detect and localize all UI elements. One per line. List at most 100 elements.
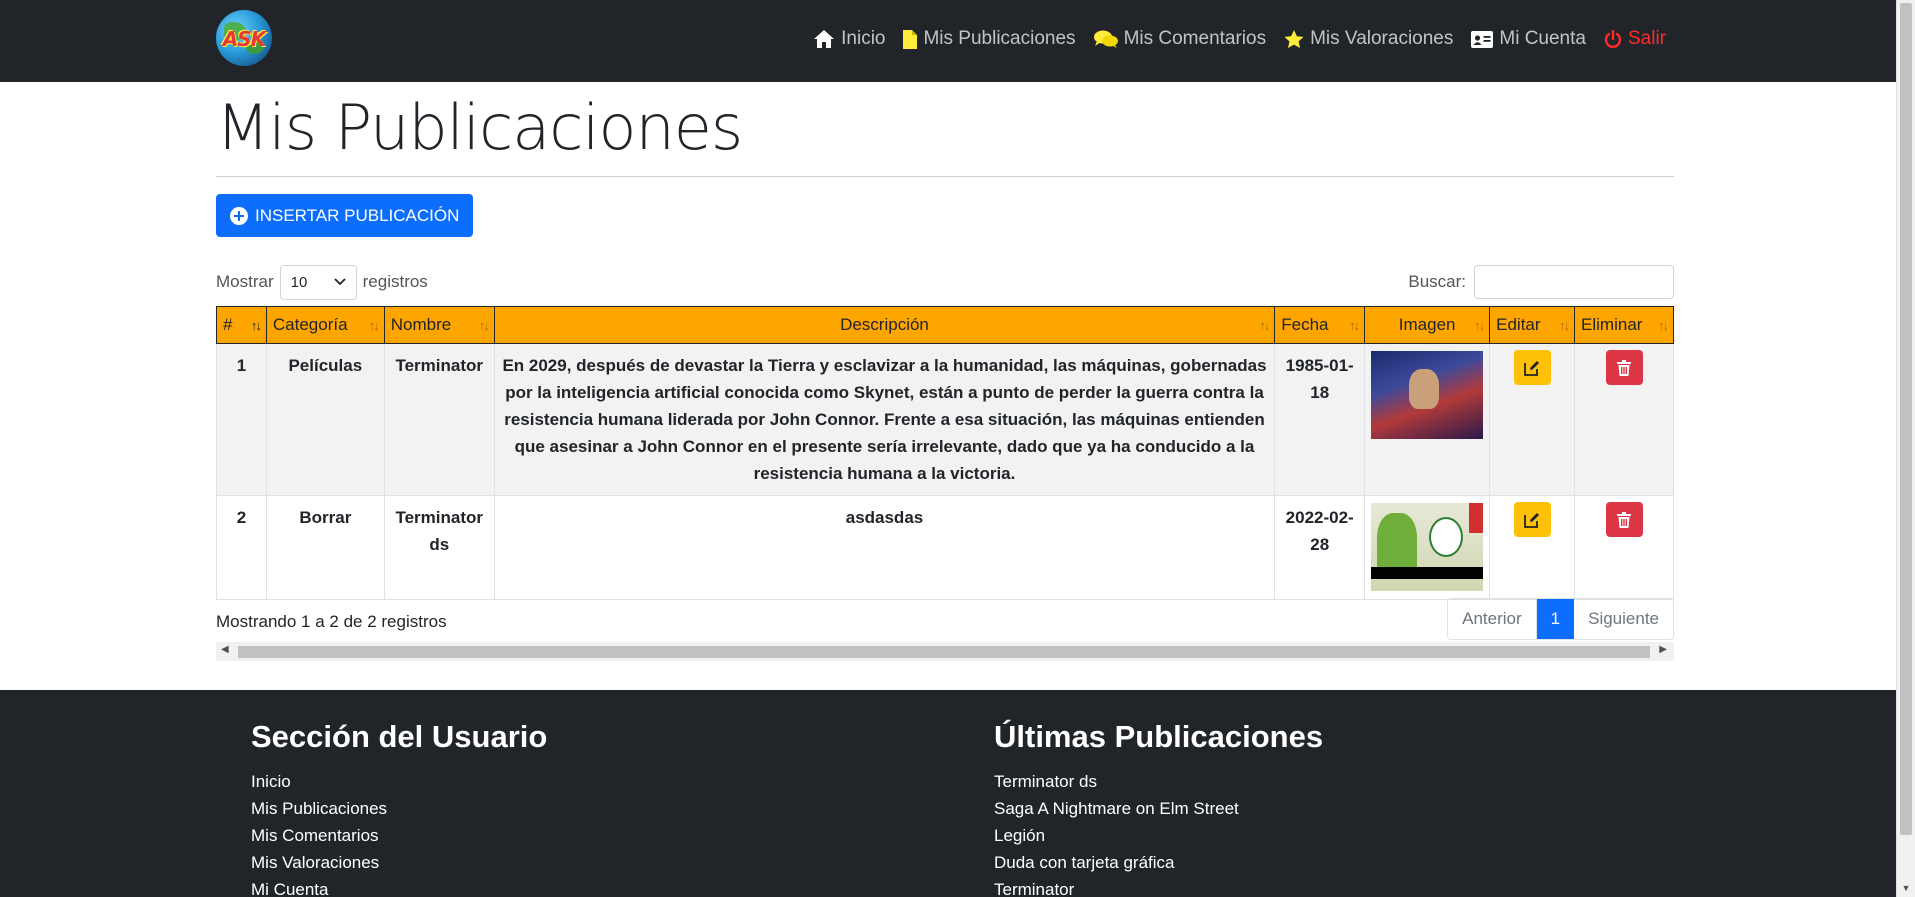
sort-asc-icon: ↑↓ [250, 318, 262, 333]
footer-link-mis-valoraciones[interactable]: Mis Valoraciones [251, 849, 547, 876]
column-header-category[interactable]: Categoría ↑↓ [265, 306, 385, 344]
edit-icon [1524, 360, 1540, 376]
cell-edit [1489, 495, 1576, 600]
search-label: Buscar: [1408, 272, 1466, 291]
cell-date: 1985-01-18 [1274, 343, 1366, 496]
page-length-select[interactable]: 10 [279, 264, 357, 300]
cell-category: Borrar [265, 495, 385, 600]
nav-item-mis-comentarios[interactable]: Mis Comentarios [1093, 28, 1266, 50]
footer-latest-link[interactable]: Terminator ds [994, 768, 1323, 795]
footer-latest-link[interactable]: Terminator [994, 876, 1323, 897]
column-header-delete[interactable]: Eliminar ↑↓ [1574, 306, 1674, 344]
file-icon [903, 29, 918, 49]
footer-latest-section: Últimas Publicaciones Terminator ds Saga… [994, 718, 1323, 897]
footer-user-section: Sección del Usuario Inicio Mis Publicaci… [251, 718, 547, 897]
scrollbar-thumb[interactable] [238, 646, 1650, 658]
pagination-prev[interactable]: Anterior [1448, 599, 1537, 639]
sort-icon: ↑↓ [478, 318, 490, 333]
edit-button[interactable] [1513, 350, 1551, 385]
sort-icon: ↑↓ [1559, 318, 1570, 333]
page-vertical-scrollbar[interactable]: ▼ [1896, 0, 1915, 897]
trash-icon [1617, 511, 1632, 528]
cell-id: 2 [216, 495, 267, 600]
footer-latest-link[interactable]: Duda con tarjeta gráfica [994, 849, 1323, 876]
search-input[interactable] [1474, 265, 1674, 299]
nav-label: Salir [1627, 28, 1666, 49]
delete-button[interactable] [1605, 350, 1643, 385]
footer-link-mis-publicaciones[interactable]: Mis Publicaciones [251, 795, 547, 822]
cell-image [1364, 495, 1491, 600]
column-header-description[interactable]: Descripción ↑↓ [493, 306, 1276, 344]
pagination-next[interactable]: Siguiente [1574, 599, 1673, 639]
footer-link-mi-cuenta[interactable]: Mi Cuenta [251, 876, 547, 897]
nav-item-inicio[interactable]: Inicio [813, 28, 885, 50]
trash-icon [1617, 359, 1632, 376]
show-label: Mostrar [216, 272, 274, 291]
sort-icon: ↑↓ [1474, 318, 1485, 333]
star-icon [1284, 29, 1304, 48]
nav-item-mis-valoraciones[interactable]: Mis Valoraciones [1284, 28, 1453, 50]
edit-button[interactable] [1513, 502, 1551, 537]
scroll-right-icon[interactable]: ▶ [1659, 644, 1667, 655]
footer-latest-link[interactable]: Legión [994, 822, 1323, 849]
cell-category: Películas [265, 343, 385, 496]
nav-label: Inicio [841, 28, 886, 49]
nav-menu: Inicio Mis Publicaciones Mis Comentarios… [813, 0, 1666, 78]
sort-icon: ↑↓ [1259, 318, 1270, 333]
sort-icon: ↑↓ [368, 318, 380, 333]
comments-icon [1093, 30, 1118, 48]
nav-label: Mis Publicaciones [923, 28, 1076, 49]
cell-image [1364, 343, 1491, 496]
edit-icon [1524, 512, 1540, 528]
scroll-down-icon[interactable]: ▼ [1897, 881, 1915, 895]
home-icon [814, 30, 835, 48]
navbar: ASK Inicio Mis Publicaciones Mis Comenta… [0, 0, 1896, 82]
scroll-left-icon[interactable]: ◀ [221, 644, 229, 655]
table-horizontal-scrollbar[interactable]: ◀ ▶ [216, 642, 1674, 661]
column-header-name[interactable]: Nombre ↑↓ [383, 306, 495, 344]
pagination-page-1[interactable]: 1 [1536, 599, 1575, 639]
footer: Sección del Usuario Inicio Mis Publicaci… [0, 690, 1896, 897]
chevron-down-icon [333, 278, 346, 286]
publication-thumbnail[interactable] [1371, 503, 1484, 591]
insert-button-label: INSERTAR PUBLICACIÓN [255, 205, 460, 225]
table-row: 1 Películas Terminator En 2029, después … [216, 343, 1674, 496]
cell-name: Terminator ds [383, 495, 495, 600]
plus-circle-icon [230, 206, 248, 225]
page-title: Mis Publicaciones [216, 91, 743, 164]
insert-publication-button[interactable]: INSERTAR PUBLICACIÓN [216, 194, 474, 237]
sort-icon: ↑↓ [1349, 318, 1360, 333]
cell-description: asdasdas [493, 495, 1276, 600]
publications-table: # ↑↓ Categoría ↑↓ Nombre ↑↓ Descripción ↑↓ F… [216, 306, 1674, 600]
table-header-row: # ↑↓ Categoría ↑↓ Nombre ↑↓ Descripción ↑↓ F… [216, 306, 1674, 344]
delete-button[interactable] [1605, 502, 1643, 537]
column-header-date[interactable]: Fecha ↑↓ [1274, 306, 1366, 344]
page-length-control: Mostrar 10 registros [216, 264, 428, 300]
nav-item-mi-cuenta[interactable]: Mi Cuenta [1471, 28, 1586, 50]
cell-id: 1 [216, 343, 267, 496]
divider [216, 176, 1674, 177]
nav-label: Mis Valoraciones [1310, 28, 1454, 49]
footer-latest-title: Últimas Publicaciones [994, 719, 1324, 754]
records-label: registros [362, 272, 428, 291]
power-icon [1604, 29, 1622, 48]
nav-item-mis-publicaciones[interactable]: Mis Publicaciones [903, 28, 1076, 50]
publication-thumbnail[interactable] [1371, 351, 1484, 439]
footer-link-mis-comentarios[interactable]: Mis Comentarios [251, 822, 547, 849]
scrollbar-thumb[interactable] [1900, 3, 1912, 835]
column-header-id[interactable]: # ↑↓ [216, 306, 267, 344]
site-logo[interactable]: ASK [216, 10, 272, 66]
nav-label: Mi Cuenta [1499, 28, 1586, 49]
column-header-image[interactable]: Imagen ↑↓ [1364, 306, 1491, 344]
logo-text: ASK [222, 27, 266, 51]
cell-delete [1574, 495, 1674, 600]
cell-description: En 2029, después de devastar la Tierra y… [493, 343, 1276, 496]
sort-icon: ↑↓ [1658, 318, 1669, 333]
column-header-edit[interactable]: Editar ↑↓ [1489, 306, 1576, 344]
footer-link-inicio[interactable]: Inicio [251, 768, 547, 795]
id-card-icon [1471, 30, 1494, 48]
footer-latest-link[interactable]: Saga A Nightmare on Elm Street [994, 795, 1323, 822]
table-row: 2 Borrar Terminator ds asdasdas 2022-02-… [216, 495, 1674, 600]
nav-item-salir[interactable]: Salir [1604, 28, 1666, 50]
main-content: Mis Publicaciones INSERTAR PUBLICACIÓN M… [216, 82, 1674, 661]
